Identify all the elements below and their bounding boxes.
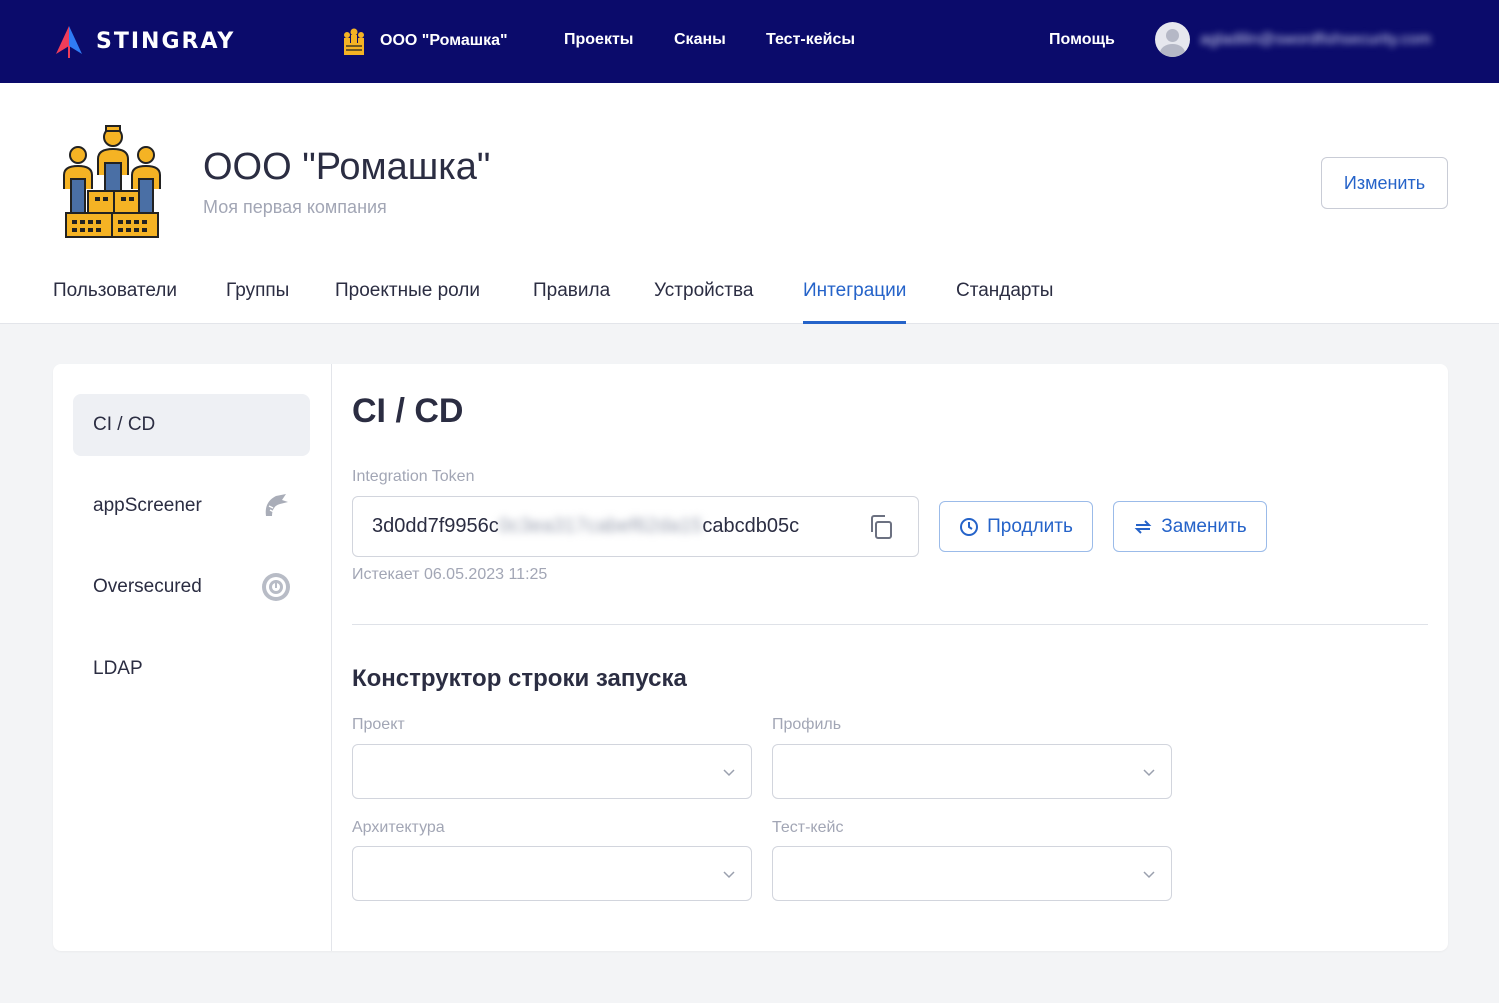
stingray-logo[interactable]: STINGRAY [52,24,235,58]
chevron-down-icon [1143,769,1155,777]
sidebar-item-cicd[interactable]: CI / CD [73,394,310,456]
integrations-card: CI / CD appScreener Oversecured LDAP CI … [53,364,1448,951]
page-subtitle: Моя первая компания [203,197,387,217]
tab-project-roles[interactable]: Проектные роли [335,280,480,324]
token-label: Integration Token [352,468,475,485]
tab-integrations[interactable]: Интеграции [803,280,907,324]
refresh-icon [1134,519,1152,534]
integrations-sidebar: CI / CD appScreener Oversecured LDAP [53,364,332,951]
profile-select[interactable] [772,744,1172,799]
user-email: agladilin@swordfishsecurity.com [1200,30,1432,48]
replace-button[interactable]: Заменить [1113,501,1267,552]
org-switcher-label: ООО "Ромашка" [380,32,508,49]
avatar [1155,22,1190,57]
profile-label: Профиль [772,716,842,733]
tab-rules[interactable]: Правила [533,280,610,324]
nav-projects[interactable]: Проекты [564,31,633,49]
extend-button[interactable]: Продлить [939,501,1093,552]
nav-scans[interactable]: Сканы [674,31,726,49]
divider [352,624,1428,625]
testcase-label: Тест-кейс [772,819,844,836]
org-header: ООО "Ромашка" Моя первая компания Измени… [0,83,1499,324]
oversecured-icon [262,573,290,601]
team-icon [63,125,161,238]
builder-heading: Конструктор строки запуска [352,665,687,692]
chevron-down-icon [723,769,735,777]
stingray-logo-icon [56,26,82,58]
copy-icon[interactable] [867,513,895,541]
sidebar-item-label: Oversecured [93,576,202,597]
edit-button[interactable]: Изменить [1321,157,1448,209]
testcase-select[interactable] [772,846,1172,901]
sidebar-item-ldap[interactable]: LDAP [73,638,310,700]
tab-devices[interactable]: Устройства [654,280,753,324]
clock-icon [960,517,979,536]
sidebar-item-label: LDAP [93,658,143,679]
tab-standards[interactable]: Стандарты [956,280,1053,324]
section-heading: CI / CD [352,392,464,430]
sidebar-item-label: appScreener [93,495,202,516]
org-avatar-icon [344,28,364,55]
extend-label: Продлить [987,515,1073,537]
tab-users[interactable]: Пользователи [53,280,177,324]
sidebar-item-label: CI / CD [93,414,156,435]
appscreener-icon [265,494,288,516]
architecture-select[interactable] [352,846,752,901]
token-end: cabcdb05c [702,515,800,537]
token-field[interactable]: 3d0dd7f9956c 0c3ea317cabef62da15 cabcdb05c [352,496,919,557]
token-expiry: Истекает 06.05.2023 11:25 [352,566,548,583]
nav-help[interactable]: Помощь [1049,31,1115,49]
tab-groups[interactable]: Группы [226,280,289,324]
chevron-down-icon [723,871,735,879]
logo-text: STINGRAY [96,28,236,54]
replace-label: Заменить [1161,515,1247,537]
token-hidden: 0c3ea317cabef62da15 [498,515,703,537]
org-switcher[interactable]: ООО "Ромашка" [338,25,508,57]
page-title: ООО "Ромашка" [203,146,491,188]
token-start: 3d0dd7f9956c [372,515,499,537]
user-menu[interactable]: agladilin@swordfishsecurity.com [1155,22,1431,57]
nav-test-cases[interactable]: Тест-кейсы [766,31,855,49]
top-navbar: STINGRAY ООО "Ромашка" Проекты Сканы Тес… [0,0,1499,83]
project-select[interactable] [352,744,752,799]
project-label: Проект [352,716,405,733]
chevron-down-icon [1143,871,1155,879]
architecture-label: Архитектура [352,819,445,836]
sidebar-item-oversecured[interactable]: Oversecured [73,556,310,618]
sidebar-item-appscreener[interactable]: appScreener [73,475,310,537]
